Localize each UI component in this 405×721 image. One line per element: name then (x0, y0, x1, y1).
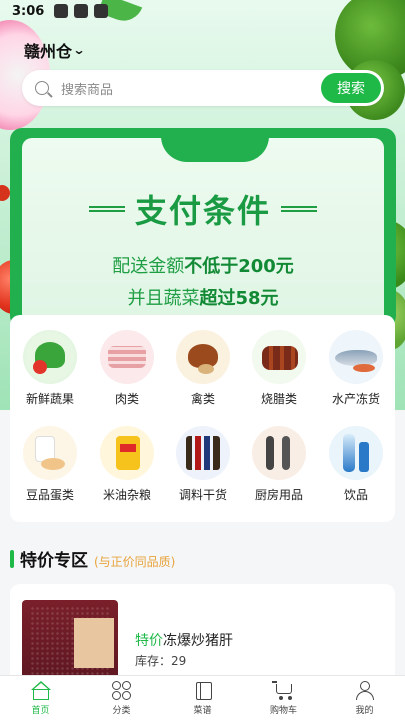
category-label: 调料干货 (178, 488, 227, 502)
promo-card: 支付条件 配送金额不低于200元 并且蔬菜超过58元 (22, 136, 384, 328)
chevron-down-icon: ⌄ (72, 43, 86, 57)
category-item-seasoning[interactable]: 调料干货 (165, 426, 241, 503)
search-input[interactable]: 搜索商品 (61, 79, 321, 98)
notification-icon (54, 4, 69, 18)
section-accent-bar (10, 549, 14, 568)
tab-label: 首页 (31, 706, 50, 716)
category-label: 禽类 (190, 392, 215, 406)
decor-line (281, 206, 317, 212)
decor-line (88, 206, 125, 212)
tab-cart[interactable]: 购物车 (243, 676, 324, 721)
stock-value: 29 (171, 654, 187, 668)
tab-profile[interactable]: 我的 (324, 676, 405, 721)
kitchenware-icon (252, 426, 306, 480)
special-tag: 特价 (135, 633, 163, 649)
status-time: 3:06 (12, 3, 45, 19)
category-label: 米油杂粮 (102, 488, 151, 502)
home-icon (30, 681, 52, 701)
vegetables-icon (23, 330, 77, 384)
search-bar[interactable]: 搜索商品 搜索 (22, 70, 384, 106)
category-label: 水产冻货 (331, 392, 380, 406)
drinks-icon (329, 426, 383, 480)
category-item-kitchenware[interactable]: 厨房用品 (241, 426, 317, 503)
promo-condition-vegetables: 并且蔬菜超过58元 (22, 284, 384, 310)
promo-text: 配送金额 (112, 256, 185, 277)
soy-eggs-icon (23, 426, 77, 480)
seasoning-icon (176, 426, 230, 480)
specials-header: 特价专区 (与正价同品质) (10, 546, 175, 571)
category-item-seafood[interactable]: 水产冻货 (318, 330, 394, 407)
tab-label: 我的 (355, 706, 374, 716)
tab-recipe[interactable]: 菜谱 (162, 676, 243, 721)
stock-label: 库存： (135, 654, 172, 668)
location-selector[interactable]: 赣州仓 ⌄ (24, 38, 86, 62)
seafood-icon (329, 330, 383, 384)
tab-label: 购物车 (269, 706, 297, 716)
search-button[interactable]: 搜索 (321, 73, 381, 103)
category-label: 烧腊类 (260, 392, 297, 406)
section-title: 特价专区 (20, 551, 88, 571)
user-icon (354, 681, 376, 701)
promo-banner[interactable]: 支付条件 配送金额不低于200元 并且蔬菜超过58元 (10, 128, 396, 328)
category-item-soy-eggs[interactable]: 豆品蛋类 (12, 426, 88, 503)
category-label: 新鲜蔬果 (25, 392, 74, 406)
category-item-vegetables[interactable]: 新鲜蔬果 (12, 330, 88, 407)
rice-oil-icon (100, 426, 154, 480)
category-label: 肉类 (114, 392, 139, 406)
category-label: 厨房用品 (254, 488, 303, 502)
cart-icon (271, 681, 295, 701)
promo-title-row: 支付条件 (22, 186, 384, 232)
notification-icon (94, 4, 109, 18)
category-item-poultry[interactable]: 禽类 (165, 330, 241, 407)
tab-category[interactable]: 分类 (81, 676, 162, 721)
category-grid: 新鲜蔬果 肉类 禽类 烧腊类 水产冻货 豆品蛋类 米油杂粮 调料干货 厨房用品 … (10, 315, 395, 522)
tab-label: 菜谱 (193, 706, 212, 716)
promo-condition-amount: 配送金额不低于200元 (22, 252, 384, 278)
search-icon (35, 81, 49, 95)
status-bar: 3:06 (0, 0, 405, 22)
category-label: 豆品蛋类 (25, 488, 74, 502)
product-package-label (74, 618, 114, 668)
category-label: 饮品 (343, 488, 368, 502)
tab-label: 分类 (112, 706, 131, 716)
promo-text: 并且蔬菜 (127, 288, 200, 309)
cured-meat-icon (252, 330, 306, 384)
promo-highlight: 超过58元 (199, 288, 279, 309)
promo-title: 支付条件 (134, 192, 271, 230)
promo-highlight: 不低于200元 (184, 256, 294, 277)
notification-icon (74, 4, 89, 18)
category-item-drinks[interactable]: 饮品 (318, 426, 394, 503)
tab-home[interactable]: 首页 (0, 676, 81, 721)
meat-icon (100, 330, 154, 384)
location-name: 赣州仓 (24, 42, 73, 61)
category-item-meat[interactable]: 肉类 (89, 330, 165, 407)
poultry-icon (176, 330, 230, 384)
tomato-image (0, 185, 10, 201)
category-item-cured-meat[interactable]: 烧腊类 (241, 330, 317, 407)
section-subtitle: (与正价同品质) (94, 555, 176, 569)
category-icon (111, 681, 133, 701)
product-name: 特价冻爆炒猪肝 (135, 630, 233, 650)
bottom-tab-bar: 首页 分类 菜谱 购物车 我的 (0, 675, 405, 721)
product-stock: 库存：29 (135, 652, 186, 669)
category-item-rice-oil[interactable]: 米油杂粮 (89, 426, 165, 503)
recipe-icon (192, 681, 214, 701)
promo-notch (161, 136, 269, 162)
product-title: 冻爆炒猪肝 (163, 633, 233, 649)
